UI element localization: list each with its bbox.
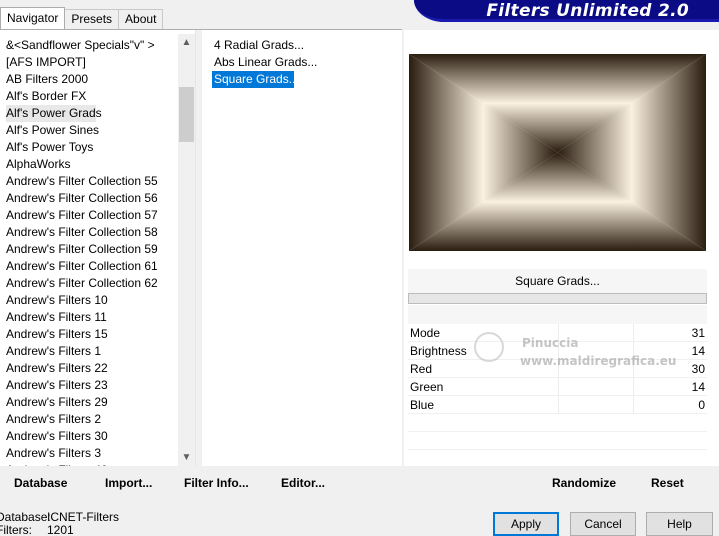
tab-about[interactable]: About [118, 9, 164, 29]
title-banner: Filters Unlimited 2.0 [414, 0, 719, 22]
category-item[interactable]: Andrew's Filter Collection 58 [6, 224, 195, 241]
watermark: Pinuccia www.maldiregrafica.eu [488, 336, 676, 368]
category-item[interactable]: Andrew's Filters 1 [6, 343, 195, 360]
category-item[interactable]: Andrew's Filters 3 [6, 445, 195, 462]
filter-item[interactable]: Abs Linear Grads... [212, 54, 402, 71]
watermark-line2: www.maldiregrafica.eu [520, 354, 677, 368]
param-name: Mode [410, 326, 441, 340]
randomize-button[interactable]: Randomize [552, 476, 616, 490]
category-item[interactable]: [AFS IMPORT] [6, 54, 195, 71]
category-item[interactable]: Andrew's Filters 22 [6, 360, 195, 377]
filter-info-button[interactable]: Filter Info... [184, 476, 249, 490]
import-button[interactable]: Import... [105, 476, 152, 490]
category-item[interactable]: Alf's Power Sines [6, 122, 195, 139]
filter-item[interactable]: Square Grads... [212, 71, 299, 88]
current-filter-button[interactable]: Square Grads... [408, 269, 707, 293]
category-item[interactable]: Alf's Border FX [6, 88, 195, 105]
help-button[interactable]: Help [646, 512, 713, 536]
category-item[interactable]: Andrew's Filters 2 [6, 411, 195, 428]
scroll-thumb[interactable] [179, 87, 194, 142]
database-info: Database:ICNET-Filters Filters:1201 [0, 511, 119, 536]
filters-label: Filters: [0, 523, 32, 536]
separator-band [408, 305, 707, 324]
database-value: ICNET-Filters [47, 510, 119, 524]
filter-item[interactable]: 4 Radial Grads... [212, 37, 402, 54]
category-item[interactable]: Andrew's Filters 30 [6, 428, 195, 445]
category-item[interactable]: AB Filters 2000 [6, 71, 195, 88]
category-items: &<Sandflower Specials"v" > [AFS IMPORT] AB… [0, 30, 195, 466]
category-scrollbar[interactable]: ▲ ▼ [178, 34, 195, 466]
progress-bar [408, 293, 707, 304]
param-tick [633, 378, 634, 395]
param-row-green[interactable]: Green 14 [408, 378, 707, 396]
param-tick [633, 396, 634, 413]
category-item[interactable]: Alf's Power Grads [6, 105, 102, 122]
param-value: 31 [691, 326, 705, 340]
tab-navigator[interactable]: Navigator [0, 7, 66, 29]
category-item[interactable]: Andrew's Filters 29 [6, 394, 195, 411]
scroll-up-icon[interactable]: ▲ [178, 34, 195, 51]
reset-button[interactable]: Reset [651, 476, 684, 490]
category-item[interactable]: &<Sandflower Specials"v" > [6, 37, 195, 54]
param-value: 14 [691, 380, 705, 394]
tab-presets[interactable]: Presets [64, 9, 120, 29]
param-row-empty [408, 432, 707, 450]
category-item[interactable]: Andrew's Filter Collection 57 [6, 207, 195, 224]
category-item[interactable]: Alf's Power Toys [6, 139, 195, 156]
category-item[interactable]: AlphaWorks [6, 156, 195, 173]
param-name: Red [410, 362, 433, 376]
category-item[interactable]: Andrew's Filter Collection 59 [6, 241, 195, 258]
param-value: 14 [691, 344, 705, 358]
tab-bar: Navigator Presets About [0, 7, 164, 29]
param-tick [558, 396, 559, 413]
category-item[interactable]: Andrew's Filter Collection 56 [6, 190, 195, 207]
param-tick [558, 378, 559, 395]
cancel-button[interactable]: Cancel [570, 512, 636, 536]
param-row-empty [408, 414, 707, 432]
category-item[interactable]: Andrew's Filter Collection 62 [6, 275, 195, 292]
editor-button[interactable]: Editor... [281, 476, 325, 490]
category-list[interactable]: &<Sandflower Specials"v" > [AFS IMPORT] AB… [0, 30, 196, 466]
filter-items: 4 Radial Grads... Abs Linear Grads... Squa… [202, 30, 402, 88]
category-item[interactable]: Andrew's Filters 11 [6, 309, 195, 326]
app-title: Filters Unlimited 2.0 [486, 1, 689, 21]
category-item[interactable]: Andrew's Filter Collection 55 [6, 173, 195, 190]
category-item[interactable]: Andrew's Filter Collection 61 [6, 258, 195, 275]
param-name: Green [410, 380, 444, 394]
param-value: 0 [698, 398, 705, 412]
filters-value: 1201 [47, 523, 74, 536]
param-row-blue[interactable]: Blue 0 [408, 396, 707, 414]
param-value: 30 [691, 362, 705, 376]
param-name: Blue [410, 398, 435, 412]
category-item[interactable]: Andrew's Filters 15 [6, 326, 195, 343]
apply-button[interactable]: Apply [493, 512, 559, 536]
watermark-line1: Pinuccia [522, 336, 579, 350]
database-button[interactable]: Database [14, 476, 67, 490]
filter-preview [409, 54, 706, 251]
filters-row: Filters: 1201 [0, 524, 119, 536]
param-name: Brightness [410, 344, 467, 358]
scroll-down-icon[interactable]: ▼ [178, 449, 195, 466]
category-item[interactable]: Andrew's Filters 10 [6, 292, 195, 309]
category-item[interactable]: Andrew's Filters 23 [6, 377, 195, 394]
filter-list[interactable]: 4 Radial Grads... Abs Linear Grads... Squa… [202, 30, 402, 466]
